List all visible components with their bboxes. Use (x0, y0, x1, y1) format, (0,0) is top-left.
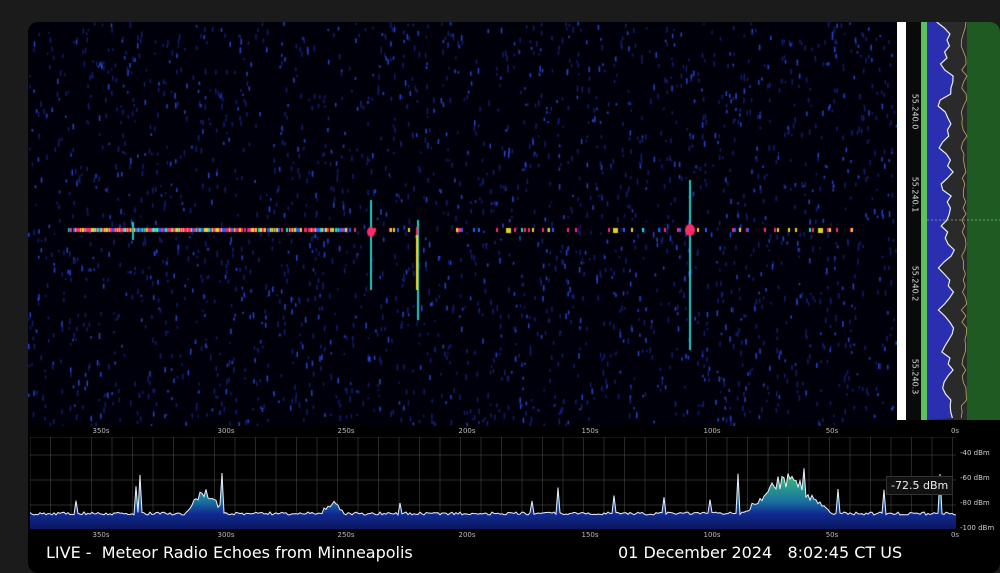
stream-caption: LIVE - Meteor Radio Echoes from Minneapo… (46, 543, 413, 562)
time-tick: 200s (458, 531, 476, 539)
power-level-chart (30, 437, 956, 529)
meteor-radar-display: 55.240.0 55.240.1 55.240.2 55.240.3 350s… (28, 22, 1000, 573)
time-tick: 0s (950, 427, 960, 435)
freq-label: 55.240.2 (910, 265, 920, 302)
time-tick: 100s (703, 531, 721, 539)
time-tick: 350s (92, 427, 110, 435)
time-tick: 0s (950, 531, 960, 539)
freq-label: 55.240.1 (910, 176, 920, 213)
time-tick: 250s (337, 531, 355, 539)
time-tick: 200s (458, 427, 476, 435)
spectrum-side-panel (921, 22, 1000, 420)
date: 01 December 2024 (618, 543, 773, 562)
time-tick: 300s (217, 531, 235, 539)
freq-label: 55.240.0 (910, 93, 920, 130)
frequency-scrollbar[interactable] (897, 22, 906, 420)
time-tick: 350s (92, 531, 110, 539)
time-tick: 150s (581, 427, 599, 435)
freq-label: 55.240.3 (910, 358, 920, 395)
time-tick: 300s (217, 427, 235, 435)
time-tick: 100s (703, 427, 721, 435)
time-tick: 50s (825, 531, 839, 539)
signal-level-readout: -72.5 dBm (886, 476, 954, 495)
time: 8:02:45 CT US (787, 543, 903, 562)
waterfall-spectrogram (28, 22, 897, 426)
db-tick: -60 dBm (960, 474, 990, 482)
time-tick: 50s (825, 427, 839, 435)
time-tick: 150s (581, 531, 599, 539)
time-tick: 250s (337, 427, 355, 435)
date-time: 01 December 2024 8:02:45 CT US (618, 543, 902, 562)
db-tick: -80 dBm (960, 499, 990, 507)
db-tick: -40 dBm (960, 449, 990, 457)
db-tick: -100 dBm (960, 524, 995, 532)
